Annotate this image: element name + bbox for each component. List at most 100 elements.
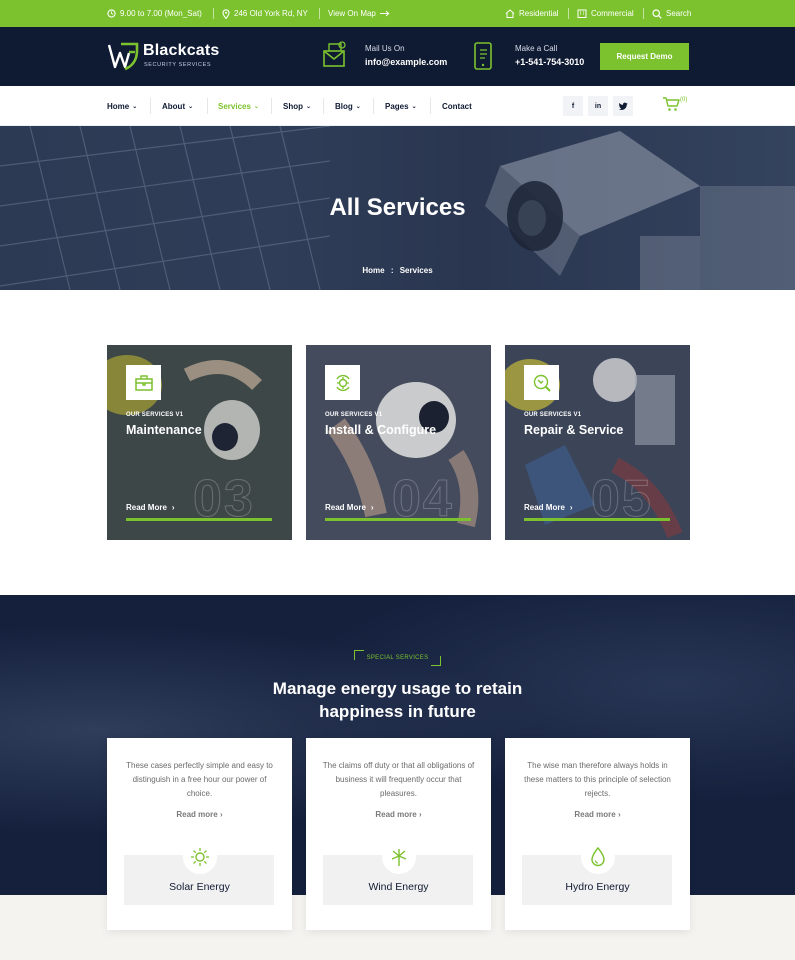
divider	[319, 8, 320, 19]
service-title[interactable]: Install & Configure	[325, 423, 436, 437]
top-bar: 9.00 to 7.00 (Mon_Sat) 246 Old York Rd, …	[0, 0, 795, 27]
nav-item-home[interactable]: Home ⌄	[107, 86, 137, 126]
page-title: All Services	[329, 194, 466, 221]
read-more-link[interactable]: Read More ›	[524, 503, 573, 512]
chevron-right-icon: ›	[171, 503, 175, 512]
accent-bar	[325, 518, 471, 521]
read-more-label: Read more	[176, 810, 218, 819]
read-more-label: Read More	[325, 503, 366, 512]
brand-tagline: SECURITY SERVICES	[144, 62, 212, 68]
chevron-down-icon: ⌄	[253, 103, 259, 110]
breadcrumb: Home : Services	[0, 266, 795, 275]
energy-card-title[interactable]: Hydro Energy	[505, 881, 690, 893]
service-icon-box	[524, 365, 559, 400]
service-kicker: OUR SERVICES V1	[325, 412, 383, 418]
energy-card-solar: These cases perfectly simple and easy to…	[107, 738, 292, 930]
brand-name[interactable]: Blackcats	[143, 42, 220, 60]
energy-card-hydro: The wise man therefore always holds in t…	[505, 738, 690, 930]
accent-bar	[524, 518, 670, 521]
tag-corner	[354, 650, 364, 660]
chevron-down-icon: ⌄	[188, 103, 194, 110]
page-hero: All Services Home : Services	[0, 126, 795, 290]
read-more-label: Read more	[375, 810, 417, 819]
twitter-icon[interactable]	[613, 96, 633, 116]
logo-icon[interactable]	[107, 41, 139, 71]
tag-corner	[431, 656, 441, 666]
chevron-right-icon: ›	[569, 503, 573, 512]
cart-icon[interactable]	[662, 96, 680, 112]
nav-item-label: Blog	[335, 101, 353, 111]
hours-info: 9.00 to 7.00 (Mon_Sat)	[107, 0, 202, 27]
energy-icon-circle	[382, 840, 416, 874]
linkedin-icon[interactable]: in	[588, 96, 608, 116]
sun-icon	[191, 848, 209, 866]
read-more-link[interactable]: Read More ›	[325, 503, 374, 512]
energy-icon-circle	[183, 840, 217, 874]
chevron-down-icon: ⌄	[132, 103, 138, 110]
read-more-link[interactable]: Read More ›	[126, 503, 175, 512]
breadcrumb-home[interactable]: Home	[362, 266, 384, 275]
site-header: Blackcats SECURITY SERVICES Mail Us On i…	[0, 27, 795, 86]
search-link[interactable]: Search	[652, 0, 691, 27]
energy-card-description: The wise man therefore always holds in t…	[524, 761, 671, 798]
view-on-map-link[interactable]: View On Map	[328, 0, 390, 27]
nav-item-services[interactable]: Services ⌄	[218, 86, 259, 126]
service-card-maintenance[interactable]: OUR SERVICES V1 Maintenance 03 Read More…	[107, 345, 292, 540]
residential-link[interactable]: Residential	[505, 0, 559, 27]
mail-address[interactable]: info@example.com	[365, 57, 447, 67]
section-tag: SPECIAL SERVICES	[354, 650, 441, 666]
section-tag-label: SPECIAL SERVICES	[366, 655, 429, 661]
service-kicker: OUR SERVICES V1	[524, 412, 582, 418]
twitter-bird-icon	[618, 102, 628, 110]
read-more-link[interactable]: Read more ›	[107, 810, 292, 819]
service-title[interactable]: Repair & Service	[524, 423, 623, 437]
divider	[213, 8, 214, 19]
energy-card-title[interactable]: Wind Energy	[306, 881, 491, 893]
commercial-label: Commercial	[591, 9, 634, 18]
service-card-repair[interactable]: OUR SERVICES V1 Repair & Service 05 Read…	[505, 345, 690, 540]
nav-item-about[interactable]: About ⌄	[162, 86, 193, 126]
section-heading-line: happiness in future	[319, 702, 476, 721]
energy-card-wind: The claims off duty or that all obligati…	[306, 738, 491, 930]
residential-label: Residential	[519, 9, 559, 18]
mail-icon	[323, 41, 346, 67]
read-more-link[interactable]: Read more ›	[505, 810, 690, 819]
nav-item-label: Pages	[385, 101, 409, 111]
home-icon	[505, 9, 515, 18]
divider	[643, 8, 644, 19]
mail-label: Mail Us On	[365, 44, 405, 53]
view-on-map-label: View On Map	[328, 9, 376, 18]
facebook-icon[interactable]: f	[563, 96, 583, 116]
read-more-label: Read More	[524, 503, 565, 512]
wrench-icon	[533, 374, 551, 392]
divider	[271, 98, 272, 114]
request-demo-button[interactable]: Request Demo	[600, 43, 689, 70]
nav-item-label: Services	[218, 101, 251, 111]
divider	[568, 8, 569, 19]
service-card-install[interactable]: OUR SERVICES V1 Install & Configure 04 R…	[306, 345, 491, 540]
chevron-down-icon: ⌄	[411, 103, 417, 110]
building-icon	[577, 9, 587, 18]
nav-item-contact[interactable]: Contact	[442, 86, 472, 126]
nav-item-pages[interactable]: Pages ⌄	[385, 86, 417, 126]
read-more-label: Read more	[574, 810, 616, 819]
energy-card-description: The claims off duty or that all obligati…	[322, 761, 475, 798]
install-gear-icon	[335, 374, 350, 391]
energy-card-title[interactable]: Solar Energy	[107, 881, 292, 893]
phone-number[interactable]: +1-541-754-3010	[515, 57, 584, 67]
address-text: 246 Old York Rd, NY	[234, 9, 308, 18]
chevron-right-icon: ›	[370, 503, 374, 512]
divider	[323, 98, 324, 114]
nav-item-blog[interactable]: Blog ⌄	[335, 86, 361, 126]
call-label: Make a Call	[515, 44, 558, 53]
nav-item-shop[interactable]: Shop ⌄	[283, 86, 311, 126]
service-title[interactable]: Maintenance	[126, 423, 202, 437]
read-more-link[interactable]: Read more ›	[306, 810, 491, 819]
service-kicker: OUR SERVICES V1	[126, 412, 184, 418]
breadcrumb-current: Services	[399, 266, 433, 275]
commercial-link[interactable]: Commercial	[577, 0, 634, 27]
breadcrumb-separator: :	[390, 266, 394, 275]
phone-icon	[474, 42, 492, 70]
service-icon-box	[126, 365, 161, 400]
energy-icon-circle	[581, 840, 615, 874]
